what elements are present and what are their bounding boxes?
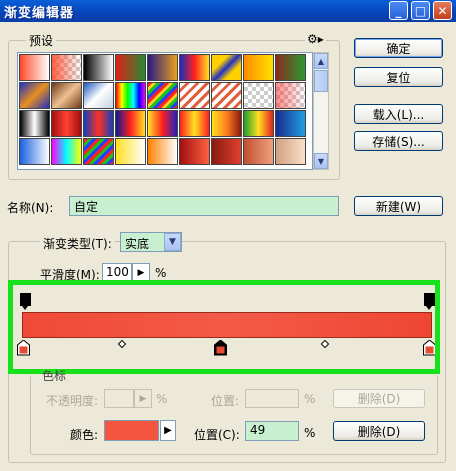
color-label: 颜色: (70, 428, 99, 442)
opacity-slider-button[interactable]: ▶ (134, 389, 152, 408)
preset-swatch[interactable] (275, 110, 306, 137)
preset-swatch[interactable] (211, 82, 242, 109)
name-input[interactable]: 自定 (69, 196, 339, 216)
preset-swatch[interactable] (19, 138, 50, 165)
preset-swatch[interactable] (19, 54, 50, 81)
preset-swatch[interactable] (83, 54, 114, 81)
close-icon: ✕ (437, 3, 448, 18)
scroll-up-icon[interactable]: ▲ (314, 53, 328, 69)
preset-swatch[interactable] (147, 110, 178, 137)
close-button[interactable]: ✕ (433, 1, 452, 20)
color-menu-button[interactable]: ▶ (160, 420, 176, 441)
gradient-type-label: 渐变类型(T): (40, 235, 115, 252)
preset-swatch[interactable] (51, 82, 82, 109)
preset-swatch[interactable] (243, 82, 274, 109)
chevron-right-icon: ▶ (139, 393, 147, 404)
preset-swatch[interactable] (147, 138, 178, 165)
name-label: 名称(N): (7, 201, 54, 215)
preset-swatch[interactable] (83, 82, 114, 109)
preset-swatch[interactable] (275, 138, 306, 165)
opacity-location-unit: % (304, 392, 316, 406)
preset-swatch[interactable] (179, 82, 210, 109)
presets-legend: 预设 (26, 32, 57, 49)
highlight-box (8, 280, 440, 374)
preset-swatch[interactable] (179, 54, 210, 81)
color-swatch[interactable] (104, 420, 159, 441)
maximize-button[interactable]: □ (411, 1, 430, 20)
preset-swatch[interactable] (243, 138, 274, 165)
preset-swatch[interactable] (147, 82, 178, 109)
preset-swatch[interactable] (275, 82, 306, 109)
chevron-right-icon: ▶ (137, 267, 145, 278)
gear-icon[interactable]: ⚙▸ (305, 32, 326, 46)
preset-swatch[interactable] (51, 138, 82, 165)
ok-button[interactable]: 确定 (354, 38, 443, 58)
opacity-location-label: 位置: (211, 394, 240, 408)
scroll-down-icon[interactable]: ▼ (314, 153, 328, 169)
preset-swatch[interactable] (179, 110, 210, 137)
preset-swatch[interactable] (211, 138, 242, 165)
preset-swatch[interactable] (211, 54, 242, 81)
preset-swatch[interactable] (51, 110, 82, 137)
opacity-unit: % (156, 392, 168, 406)
location-label: 位置(C): (194, 428, 240, 442)
preset-swatch[interactable] (83, 110, 114, 137)
preset-swatch[interactable] (115, 82, 146, 109)
preset-swatch[interactable] (179, 138, 210, 165)
delete-opacity-button[interactable]: 删除(D) (333, 389, 425, 408)
chevron-down-icon[interactable]: ▼ (164, 233, 181, 251)
preset-swatch[interactable] (51, 54, 82, 81)
opacity-input[interactable] (104, 389, 134, 408)
window-title: 渐变编辑器 (4, 6, 75, 21)
preset-swatch[interactable] (83, 138, 114, 165)
preset-swatches (17, 52, 313, 170)
preset-swatch[interactable] (211, 110, 242, 137)
preset-swatch[interactable] (147, 54, 178, 81)
preset-swatch[interactable] (275, 54, 306, 81)
minimize-icon: _ (395, 3, 402, 18)
preset-swatch[interactable] (115, 138, 146, 165)
preset-swatch[interactable] (115, 54, 146, 81)
chevron-right-icon: ▶ (164, 425, 172, 436)
preset-swatch[interactable] (19, 82, 50, 109)
scroll-thumb[interactable] (314, 70, 328, 92)
stops-group (30, 375, 438, 455)
preset-swatch[interactable] (243, 54, 274, 81)
delete-color-button[interactable]: 删除(D) (333, 421, 425, 441)
save-button[interactable]: 存储(S)... (354, 131, 443, 151)
stops-legend: 色标 (42, 369, 67, 383)
location-unit: % (304, 426, 316, 440)
preset-swatch[interactable] (19, 110, 50, 137)
gradient-type-value: 实底 (125, 237, 150, 251)
preset-swatch[interactable] (115, 110, 146, 137)
preset-swatch[interactable] (243, 110, 274, 137)
new-button[interactable]: 新建(W) (354, 196, 443, 216)
opacity-location-input[interactable] (245, 389, 299, 408)
minimize-button[interactable]: _ (389, 1, 408, 20)
opacity-label: 不透明度: (46, 394, 99, 408)
smoothness-unit: % (155, 266, 167, 280)
reset-button[interactable]: 复位 (354, 67, 443, 87)
load-button[interactable]: 载入(L)... (354, 104, 443, 124)
location-input[interactable]: 49 (245, 421, 299, 441)
maximize-icon: □ (414, 3, 427, 18)
presets-scrollbar[interactable]: ▲ ▼ (313, 52, 329, 170)
